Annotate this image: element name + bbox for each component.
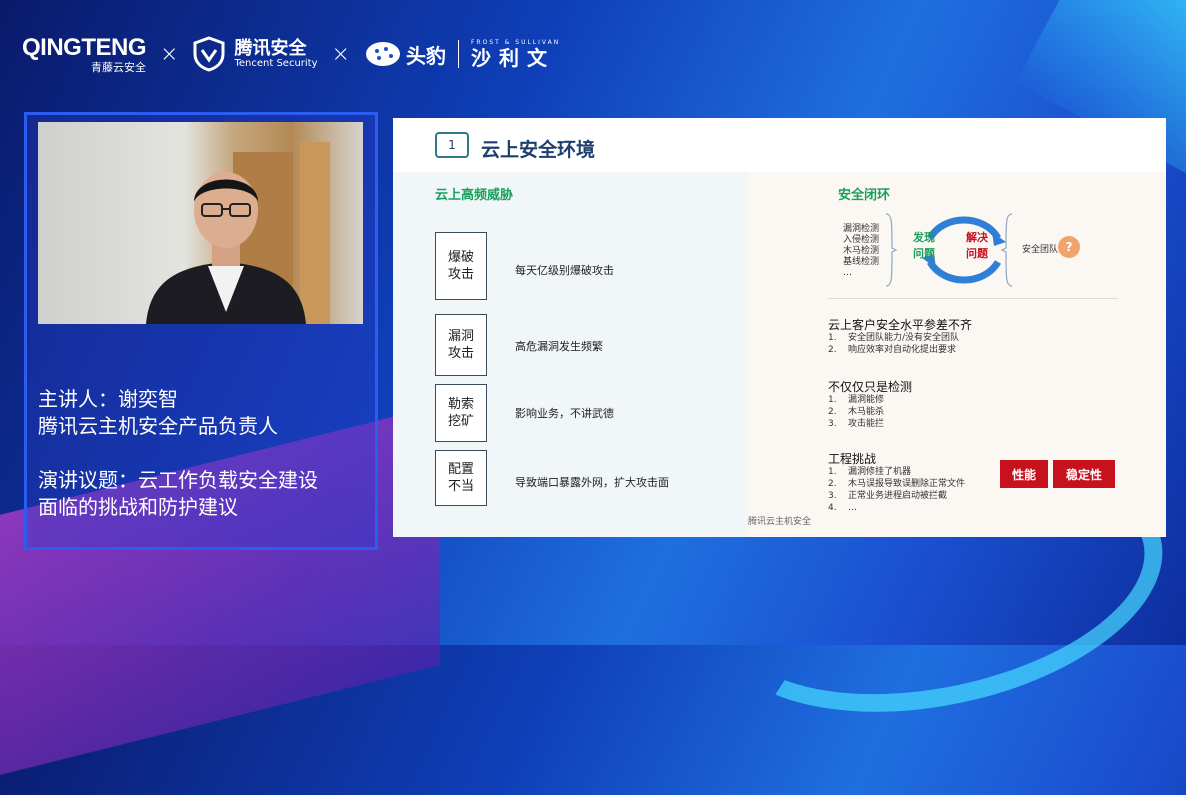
detection-list: 漏洞检测 入侵检测 木马检测 基线检测 … [843, 224, 880, 278]
threat-desc: 每天亿级别爆破攻击 [515, 264, 614, 277]
toutiao-logo: 头豹 [364, 39, 446, 69]
threats-heading: 云上高频威胁 [435, 188, 514, 203]
security-loop-pane: 安全闭环 漏洞检测 入侵检测 木马检测 基线检测 … 发现 问题 解决 问题 安… [748, 172, 1166, 537]
tencent-security-logo: 腾讯安全 Tencent Security [192, 36, 318, 72]
slide-title: 云上安全环境 [481, 139, 596, 161]
section-divider [828, 298, 1118, 299]
section-title: 工程挑战 [828, 452, 877, 466]
leopard-icon [365, 42, 400, 66]
slide-footer: 腾讯云主机安全 [747, 517, 811, 527]
presentation-slide: 1 云上安全环境 云上高频威胁 爆破 攻击 每天亿级别爆破攻击 漏洞 攻击 高危… [393, 118, 1166, 537]
section-title: 不仅仅只是检测 [828, 380, 913, 394]
slide-header: 1 云上安全环境 [393, 118, 1166, 172]
threat-box: 爆破 攻击 [435, 232, 487, 300]
cycle-solve-label: 解决 问题 [966, 231, 988, 260]
speaker-figure [146, 172, 306, 324]
threat-desc: 导致端口暴露外网，扩大攻击面 [515, 476, 669, 489]
cross-separator: × [160, 41, 179, 67]
frost-sullivan-logo: FROST & SULLIVAN 沙利文 [470, 39, 561, 70]
qingteng-logo: QINGTENG 青藤云安全 [22, 33, 147, 74]
loop-heading: 安全闭环 [838, 188, 891, 203]
stability-badge: 稳定性 [1053, 460, 1115, 488]
cross-separator: × [331, 41, 350, 67]
partner-logos: QINGTENG 青藤云安全 × 腾讯安全 Tencent Security ×… [22, 32, 560, 76]
performance-badge: 性能 [1000, 460, 1048, 488]
section-title: 云上客户安全水平参差不齐 [828, 318, 973, 332]
threats-pane: 云上高频威胁 爆破 攻击 每天亿级别爆破攻击 漏洞 攻击 高危漏洞发生频繁 勒索… [393, 172, 748, 537]
question-badge: ? [1058, 236, 1080, 258]
section-list: 1. 漏洞能修 2. 木马能杀 3. 攻击能拦 [828, 395, 885, 429]
shield-icon [193, 36, 225, 72]
section-list: 1. 安全团队能力/没有安全团队 2. 响应效率对自动化提出要求 [828, 333, 960, 355]
speaker-video [38, 122, 363, 324]
threat-box: 漏洞 攻击 [435, 314, 487, 376]
threat-box: 勒索 挖矿 [435, 384, 487, 442]
threat-box: 配置 不当 [435, 450, 487, 506]
threat-desc: 影响业务，不讲武德 [515, 407, 614, 420]
slide-number: 1 [435, 132, 469, 158]
cycle-find-label: 发现 问题 [913, 231, 935, 260]
logo-divider [457, 40, 459, 68]
speaker-info: 主讲人：谢奕智 腾讯云主机安全产品负责人 演讲议题：云工作负载安全建设 面临的挑… [38, 387, 318, 519]
bracket-icon [885, 213, 898, 287]
bracket-icon [1000, 213, 1013, 287]
threat-desc: 高危漏洞发生频繁 [515, 340, 603, 353]
team-label: 安全团队 [1022, 245, 1059, 255]
section-list: 1. 漏洞修挂了机器 2. 木马误报导致误删除正常文件 3. 正常业务进程启动被拦截 … [828, 467, 966, 513]
